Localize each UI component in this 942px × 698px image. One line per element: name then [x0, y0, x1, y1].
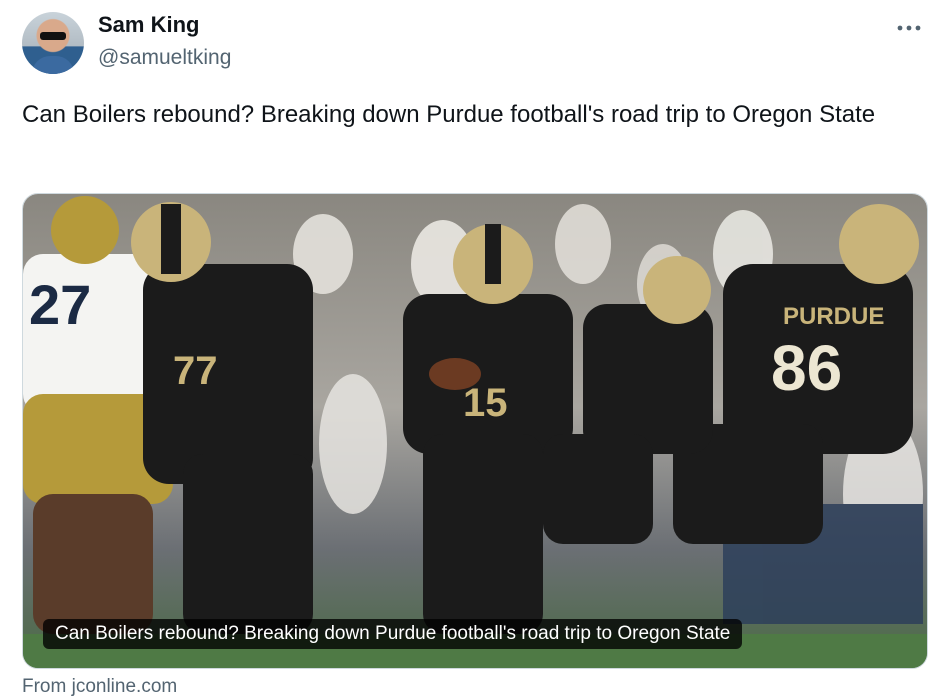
- link-card[interactable]: 27 77 15 PURDUE 86 Can Boilers rebound? …: [22, 193, 928, 669]
- display-name[interactable]: Sam King: [98, 12, 199, 38]
- tweet-text: Can Boilers rebound? Breaking down Purdu…: [22, 101, 876, 128]
- link-source[interactable]: From jconline.com: [22, 676, 177, 698]
- user-handle[interactable]: @samueltking: [98, 46, 231, 70]
- svg-text:15: 15: [463, 381, 508, 425]
- more-horizontal-icon: [897, 25, 921, 31]
- svg-text:PURDUE: PURDUE: [783, 303, 884, 330]
- avatar[interactable]: [22, 12, 84, 74]
- image-caption: Can Boilers rebound? Breaking down Purdu…: [43, 619, 743, 649]
- avatar-shirt: [32, 56, 74, 74]
- avatar-sunglasses: [40, 32, 66, 40]
- card-photo: 27 77 15 PURDUE 86: [23, 194, 927, 668]
- more-options-button[interactable]: [894, 16, 924, 40]
- svg-text:27: 27: [29, 273, 91, 336]
- svg-text:77: 77: [173, 349, 218, 393]
- svg-text:86: 86: [771, 332, 842, 404]
